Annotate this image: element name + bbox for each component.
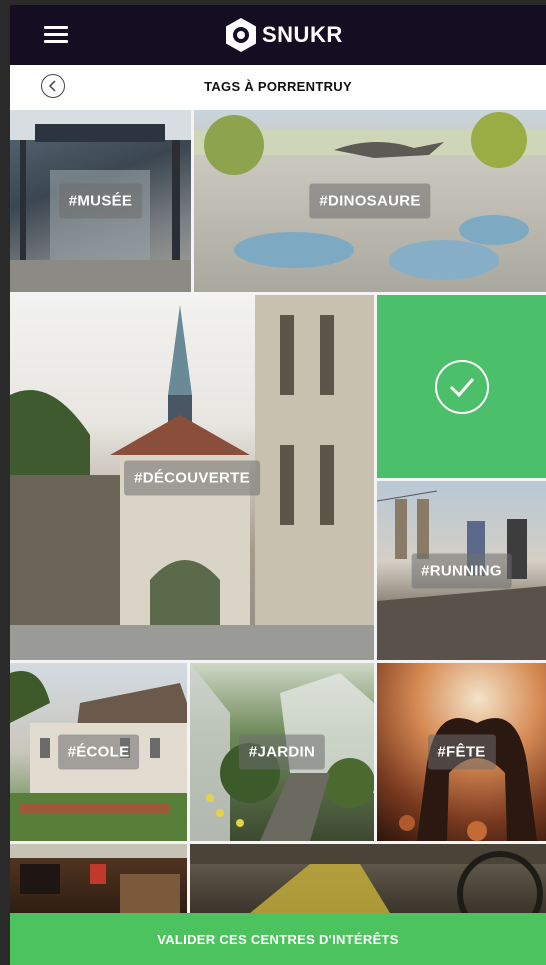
hamburger-menu-icon[interactable] (44, 26, 68, 44)
snukr-logo-icon (226, 18, 256, 52)
tag-label: #RUNNING (411, 553, 512, 588)
tag-label: #DINOSAURE (309, 183, 431, 219)
cafe-image (10, 844, 187, 913)
tag-tile-musee[interactable]: #MUSÉE (10, 110, 191, 292)
tag-label: #JARDIN (238, 734, 326, 770)
tag-label: #FÊTE (427, 734, 496, 770)
tag-label: #ÉCOLE (57, 734, 140, 770)
tag-tile-dinosaure[interactable]: #DINOSAURE (194, 110, 546, 292)
brand-name: SNUKR (262, 22, 343, 47)
bicycle-image (190, 844, 546, 913)
checkmark-icon (434, 359, 489, 414)
tag-tile-cafe[interactable] (10, 844, 187, 913)
tag-tile-jardin[interactable]: #JARDIN (190, 663, 374, 841)
tag-tile-decouverte[interactable]: #DÉCOUVERTE (10, 295, 374, 660)
tag-label: #MUSÉE (58, 183, 143, 219)
validate-interests-button[interactable]: VALIDER CES CENTRES D'INTÉRÊTS (10, 913, 546, 965)
page-title: TAGS À PORRENTRUY (204, 79, 352, 94)
app-frame: SNUKR TAGS À PORRENTRUY #MUSÉE #DINOSAUR… (10, 5, 546, 965)
tag-tile-velo[interactable] (190, 844, 546, 913)
app-logo: SNUKR (224, 17, 343, 53)
tag-tile-fete[interactable]: #FÊTE (377, 663, 546, 841)
tag-label: #DÉCOUVERTE (124, 460, 260, 495)
top-bar: SNUKR (10, 5, 546, 65)
sub-header: TAGS À PORRENTRUY (10, 65, 546, 110)
tag-tile-running[interactable]: #RUNNING (377, 481, 546, 660)
tag-tile-ecole[interactable]: #ÉCOLE (10, 663, 187, 841)
tag-tile-selected[interactable] (377, 295, 546, 478)
